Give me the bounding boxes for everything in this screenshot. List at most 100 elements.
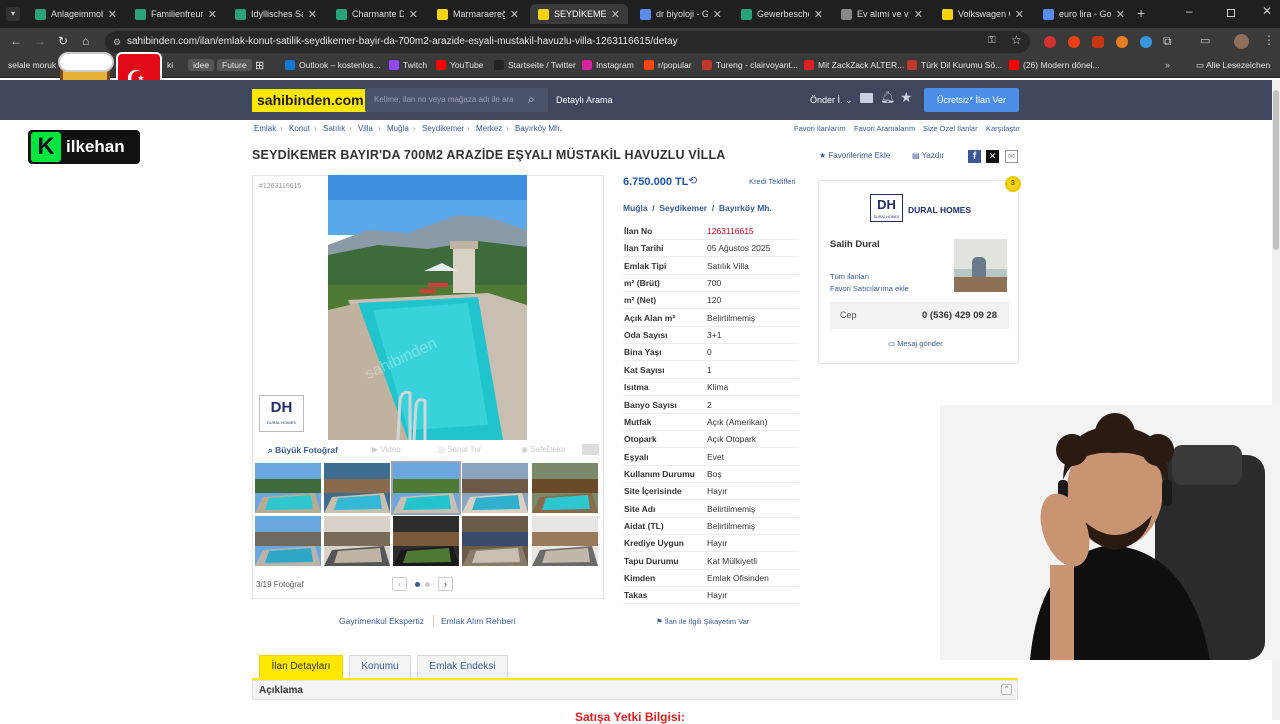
address-bar[interactable]: ⚙ sahibinden.com/ilan/emlak-konut-satili… <box>105 31 1030 53</box>
page-dot-2[interactable] <box>425 582 430 587</box>
photo-thumbnail[interactable] <box>462 516 528 566</box>
password-key-icon[interactable]: ⚿ <box>988 35 996 46</box>
tab-close-icon[interactable]: ✕ <box>510 8 519 21</box>
user-link[interactable]: Size Özel İlanlar <box>923 124 978 133</box>
tab-9[interactable]: Ev alımı ve vere ✕ <box>833 4 931 24</box>
tab-2[interactable]: Familienfreund ✕ <box>127 4 225 24</box>
bookmark-8[interactable]: Startseite / Twitter <box>494 60 576 70</box>
tab-real-estate-index[interactable]: Emlak Endeksi <box>417 655 508 678</box>
favorites-star-icon[interactable]: ★ <box>900 89 913 106</box>
browser-menu-icon[interactable]: ⋮ <box>1263 33 1275 47</box>
next-photos-button[interactable]: › <box>438 577 453 591</box>
breadcrumb-item[interactable]: Konut <box>289 124 310 133</box>
breadcrumb-item[interactable]: Satılık <box>323 124 345 133</box>
tab-7[interactable]: dr biyoloji - Go ✕ <box>632 4 730 24</box>
photo-thumbnail[interactable] <box>391 461 461 515</box>
email-share-icon[interactable]: ✉ <box>1005 150 1018 163</box>
tab-close-icon[interactable]: ✕ <box>914 8 923 21</box>
tab-1[interactable]: Anlageimmob ✕ <box>27 4 125 24</box>
tab-close-icon[interactable]: ✕ <box>1015 8 1024 21</box>
extension-icon-2[interactable] <box>1068 36 1080 48</box>
photo-thumbnail[interactable] <box>324 463 390 513</box>
all-listings-link[interactable]: Tüm ilanları <box>830 272 869 281</box>
bookmark-10[interactable]: r/popular <box>644 60 692 70</box>
user-link[interactable]: Favori Aramalarım <box>854 124 915 133</box>
print-link[interactable]: ▤ Yazdır <box>912 151 944 160</box>
extension-icon-3[interactable] <box>1092 36 1104 48</box>
tab-close-icon[interactable]: ✕ <box>1116 8 1125 21</box>
post-listing-button[interactable]: Ücretsiz* İlan Ver <box>924 88 1019 112</box>
messages-icon[interactable] <box>860 93 873 103</box>
extensions-puzzle-icon[interactable]: ⧉ <box>1163 34 1172 49</box>
tab-close-icon[interactable]: ✕ <box>814 8 823 21</box>
tab-close-icon[interactable]: ✕ <box>713 8 722 21</box>
maximize-icon[interactable] <box>1227 9 1235 17</box>
tab-6[interactable]: SEYDİKEMER B ✕ <box>530 4 628 24</box>
breadcrumb-item[interactable]: Villa <box>358 124 373 133</box>
tab-close-icon[interactable]: ✕ <box>208 8 217 21</box>
back-icon[interactable]: ← <box>10 34 22 48</box>
tab-3[interactable]: Idyllisches San ✕ <box>227 4 325 24</box>
page-dot-1[interactable] <box>415 582 420 587</box>
breadcrumb-item[interactable]: Merkez <box>476 124 502 133</box>
bookmark-3[interactable]: idee <box>188 59 215 71</box>
bookmark-14[interactable]: (26) Modern dönel... <box>1009 60 1100 70</box>
close-window-icon[interactable]: ✕ <box>1262 4 1272 18</box>
big-photo-button[interactable]: ⌕ Büyük Fotoğraf <box>268 445 338 456</box>
bookmark-13[interactable]: Türk Dil Kurumu Sö... <box>907 60 1002 70</box>
breadcrumb-item[interactable]: Emlak <box>254 124 276 133</box>
x-share-icon[interactable]: ✕ <box>986 150 999 163</box>
location-neighborhood[interactable]: Bayırköy Mh. <box>719 203 772 213</box>
user-link[interactable]: Favori İlanlarım <box>794 124 846 133</box>
main-photo[interactable]: sahibinden <box>328 175 527 440</box>
bookmark-4[interactable]: Future <box>217 59 252 71</box>
tab-8[interactable]: Gewerbeschein ✕ <box>733 4 831 24</box>
user-link[interactable]: Karşılaştır <box>986 124 1020 133</box>
bookmark-11[interactable]: Tureng - clairvoyant... <box>702 60 798 70</box>
add-favorite-seller-link[interactable]: Favori Satıcılarıma ekle <box>830 284 909 293</box>
scrollbar-thumb[interactable] <box>1273 90 1279 250</box>
tab-close-icon[interactable]: ✕ <box>409 8 418 21</box>
extension-icon-1[interactable] <box>1044 36 1056 48</box>
tab-10[interactable]: Volkswagen Ca ✕ <box>934 4 1032 24</box>
breadcrumb-item[interactable]: Muğla <box>387 124 409 133</box>
tab-close-icon[interactable]: ✕ <box>308 8 317 21</box>
tab-search-icon[interactable]: ▾ <box>6 7 20 21</box>
breadcrumb-item[interactable]: Seydikemer <box>422 124 464 133</box>
add-to-favorites[interactable]: ★ Favorilerime Ekle <box>819 151 890 160</box>
collapse-icon[interactable]: ⌃ <box>1001 684 1012 695</box>
tab-location[interactable]: Konumu <box>349 655 411 678</box>
all-bookmarks[interactable]: ▭ Alle Lesezeichen <box>1196 60 1270 71</box>
send-message-link[interactable]: ▭ Mesaj gönder <box>888 339 943 348</box>
seller-agency-logo[interactable]: DH DURAL HOMES <box>870 194 903 222</box>
photo-thumbnail[interactable] <box>462 463 528 513</box>
photo-thumbnail[interactable] <box>532 463 598 513</box>
location-province[interactable]: Muğla <box>623 203 648 213</box>
photo-thumbnail[interactable] <box>532 516 598 566</box>
notifications-bell-icon[interactable]: 🔔︎ <box>880 90 895 104</box>
minimize-icon[interactable]: – <box>1186 4 1193 18</box>
bookmark-1[interactable]: selale moruk <box>8 60 56 70</box>
search-input[interactable]: Kelime, ilan no veya mağaza adı ile ara <box>365 88 548 112</box>
detailed-search-link[interactable]: Detaylı Arama <box>556 95 613 105</box>
apps-grid-icon[interactable]: ⊞ <box>255 59 264 72</box>
phone-number[interactable]: 0 (536) 429 09 28 <box>922 310 997 321</box>
photo-thumbnail[interactable] <box>393 516 459 566</box>
profile-avatar[interactable] <box>1234 34 1249 49</box>
tab-11[interactable]: euro lira - Goo ✕ <box>1035 4 1133 24</box>
photo-thumbnail[interactable] <box>324 516 390 566</box>
seller-agency-name[interactable]: DURAL HOMES <box>908 205 971 215</box>
facebook-share-icon[interactable]: f <box>968 150 981 163</box>
photo-thumbnail[interactable] <box>255 463 321 513</box>
credit-offers-link[interactable]: Kredi Teklifleri <box>749 177 796 186</box>
price-history-icon[interactable]: ⟲ <box>688 174 697 187</box>
tab-4[interactable]: Charmante Do ✕ <box>328 4 426 24</box>
bookmark-12[interactable]: Mit ZackZack ALTER... <box>804 60 904 70</box>
bookmark-star-icon[interactable]: ☆ <box>1011 33 1022 47</box>
tab-close-icon[interactable]: ✕ <box>611 8 620 21</box>
tab-5[interactable]: Marmaraereğli ✕ <box>429 4 527 24</box>
new-tab-button[interactable]: + <box>1137 5 1145 21</box>
sahibinden-logo[interactable]: sahibinden.com <box>252 89 369 112</box>
extension-icon-5[interactable] <box>1140 36 1152 48</box>
tab-listing-details[interactable]: İlan Detayları <box>259 655 343 678</box>
